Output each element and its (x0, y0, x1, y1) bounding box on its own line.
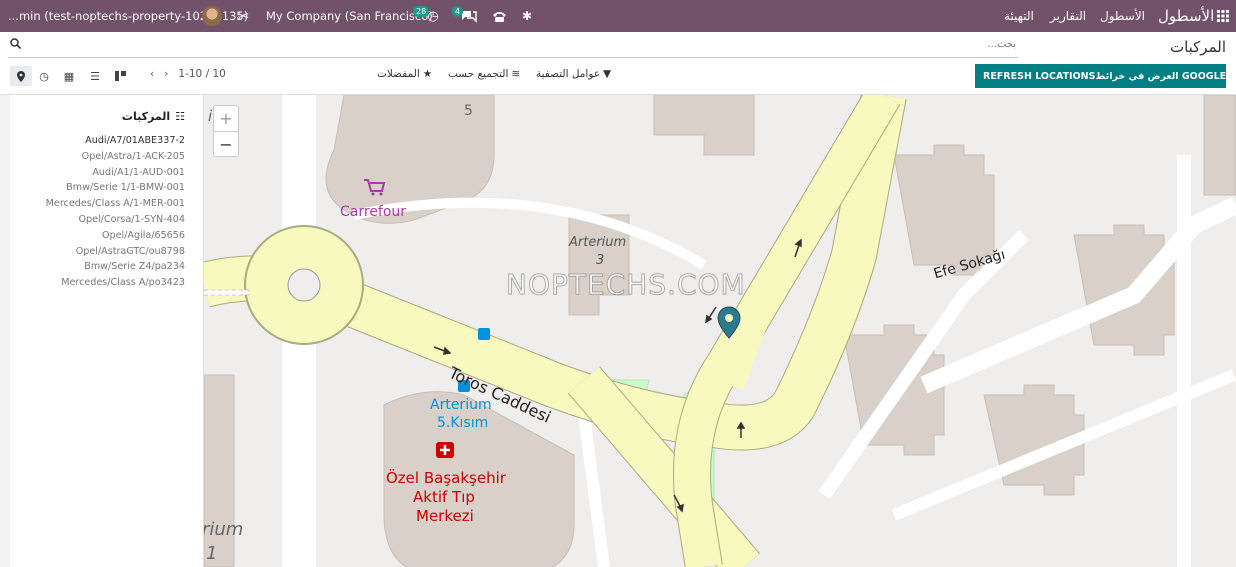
star-icon: ★ (422, 68, 433, 80)
pager-value[interactable]: 1-10 / 10 (178, 68, 225, 80)
view-kanban-button[interactable] (109, 66, 131, 86)
favorites-dropdown[interactable]: المفضلات ★ (377, 68, 432, 80)
list-item[interactable]: Opel/AstraGTC/ou8798 (46, 244, 185, 260)
list-item[interactable]: Opel/Agila/65656 (46, 228, 185, 244)
chat-icon[interactable] (460, 0, 478, 32)
map-label-hospital-1: Özel Başakşehir (386, 469, 506, 487)
group-by-dropdown[interactable]: التجميع حسب ≋ (448, 68, 520, 80)
map-label-left-2: rium (204, 519, 244, 540)
map-canvas[interactable]: Carrefour 5 Arterium 3 Toros Caddesi Efe… (204, 95, 1236, 567)
zoom-control: + − (213, 105, 239, 157)
map-label-hospital-2: Aktif Tıp (413, 488, 475, 506)
bug-icon[interactable]: ✱ (518, 0, 536, 32)
map-label-arterium-5-sub: 5.Kısım (437, 415, 489, 431)
sidebar-title: المركبات (121, 110, 171, 123)
group-by-label: التجميع حسب (448, 68, 509, 80)
company-switcher[interactable]: My Company (San Francisco) (266, 0, 433, 32)
search-bar (8, 36, 1018, 58)
menu-fleet[interactable]: الأسطول (1100, 0, 1145, 32)
watermark: NOPTECHS.COM (506, 268, 746, 302)
list-item[interactable]: Opel/Corsa/1-SYN-404 (46, 212, 185, 228)
clock-icon[interactable]: ◷ (424, 0, 442, 32)
layers-icon: ≋ (511, 68, 521, 80)
pager-next-icon[interactable]: › (164, 68, 168, 80)
vehicle-list: Audi/A7/01ABE337-2 Opel/Astra/1-ACK-205 … (46, 133, 185, 291)
filters-dropdown[interactable]: عوامل التصفية ▼ (536, 68, 611, 80)
map-label-carrefour: Carrefour (340, 204, 407, 220)
map-label-arterium-3-num: 3 (596, 253, 605, 268)
view-list-button[interactable]: ☰ (84, 66, 106, 86)
menu-reports[interactable]: التقارير (1050, 0, 1086, 32)
sidebar-header: المركبات ☷ (122, 110, 185, 123)
search-input[interactable] (116, 39, 1016, 50)
view-map-button[interactable] (10, 66, 32, 86)
map-tiles (204, 95, 1236, 567)
top-navbar: ...min (test-noptechs-property-10281135)… (0, 0, 1236, 32)
message-count-badge: 4 (452, 6, 464, 17)
pager-prev-icon[interactable]: ‹ (150, 68, 154, 80)
user-avatar[interactable] (202, 6, 222, 26)
sidebar-scrollbar[interactable] (0, 95, 10, 567)
map-label-hospital-3: Merkezi (416, 507, 474, 525)
list-item[interactable]: Audi/A1/1-AUD-001 (46, 165, 185, 181)
zoom-in-button[interactable]: + (214, 106, 238, 131)
vehicle-sidebar: المركبات ☷ Audi/A7/01ABE337-2 Opel/Astra… (0, 95, 204, 567)
view-pivot-button[interactable]: ▦ (58, 66, 80, 86)
apps-grid-icon[interactable] (1216, 0, 1230, 32)
menu-configuration[interactable]: التهيئة (1004, 0, 1034, 32)
list-item[interactable]: Opel/Astra/1-ACK-205 (46, 149, 185, 165)
list-item[interactable]: Mercedes/Class A/po3423 (46, 275, 185, 291)
map-label-arterium-5: Arterium (430, 397, 492, 413)
phone-icon[interactable] (490, 0, 508, 32)
favorites-label: المفضلات (377, 68, 420, 80)
list-item[interactable]: Bmw/Serie Z4/pa234 (46, 259, 185, 275)
tools-icon[interactable]: ✂ (234, 0, 252, 32)
list-item[interactable]: Bmw/Serie 1/1-BMW-001 (46, 180, 185, 196)
filters-label: عوامل التصفية (536, 68, 601, 80)
app-brand[interactable]: الأسطول (1158, 0, 1214, 32)
activity-count-badge: 28 (413, 6, 430, 17)
view-activity-button[interactable]: ◷ (33, 66, 55, 86)
map-label-top-num: 5 (464, 103, 473, 119)
page-title: المركبات (1169, 38, 1226, 56)
map-buttons: REFRESH LOCATIONS العرض في خرائط GOOGLE (975, 64, 1226, 88)
list-item[interactable]: Audi/A7/01ABE337-2 (46, 133, 185, 149)
map-label-arterium-3: Arterium (569, 235, 627, 250)
search-icon[interactable] (10, 38, 22, 52)
pager: ‹ › 1-10 / 10 (150, 68, 226, 80)
map-label-left-3: 1 (206, 543, 218, 564)
filter-icon: ▼ (603, 68, 612, 80)
list-item[interactable]: Mercedes/Class A/1-MER-001 (46, 196, 185, 212)
zoom-out-button[interactable]: − (214, 131, 238, 156)
list-icon: ☷ (175, 110, 185, 123)
refresh-locations-button[interactable]: REFRESH LOCATIONS (983, 71, 1095, 82)
google-maps-button[interactable]: العرض في خرائط GOOGLE (1095, 71, 1226, 82)
